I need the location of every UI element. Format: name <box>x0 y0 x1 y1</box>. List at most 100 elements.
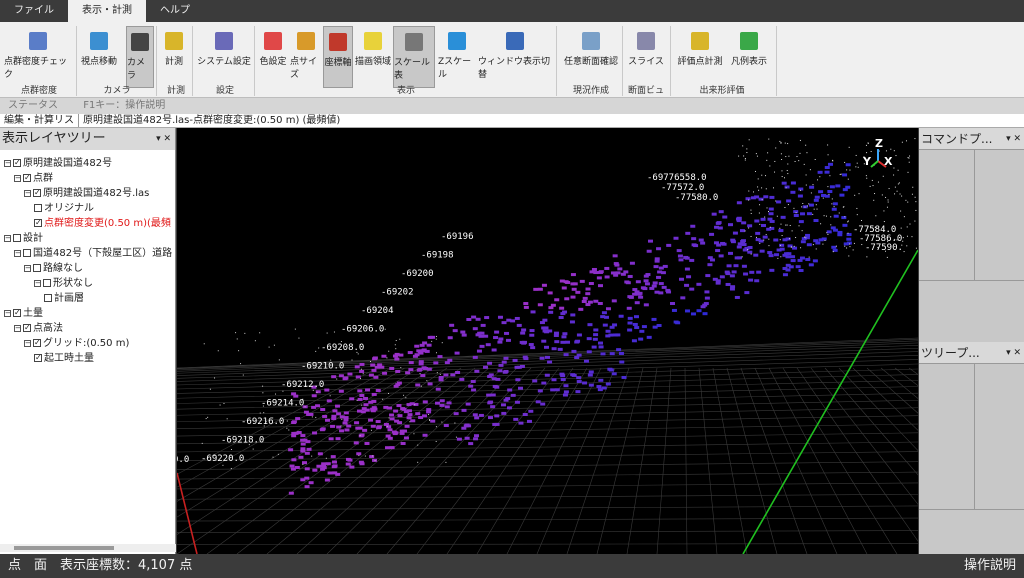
tree-node[interactable]: − 設計 <box>4 231 43 246</box>
menu-tab-help[interactable]: ヘルプ <box>146 0 204 22</box>
ribbon-button-14[interactable]: 評価点計測 <box>674 26 726 88</box>
point-cloud-cell <box>325 462 331 466</box>
raw-point <box>912 186 914 188</box>
ribbon-button-2[interactable]: カメラ <box>126 26 154 88</box>
collapse-toggle-icon[interactable]: − <box>4 159 11 167</box>
ribbon-button-15[interactable]: 凡例表示 <box>728 26 770 88</box>
tree-scrollbar[interactable] <box>0 544 176 552</box>
tree-panel-title-text: ツリープ... <box>921 346 980 360</box>
collapse-toggle-icon[interactable]: − <box>4 309 11 317</box>
raw-point <box>768 245 770 247</box>
collapse-toggle-icon[interactable]: − <box>4 234 11 242</box>
layer-checkbox[interactable]: ✓ <box>33 339 41 347</box>
raw-point <box>809 169 811 171</box>
collapse-toggle-icon[interactable]: − <box>24 339 31 347</box>
tree-node[interactable]: ✓ 点群密度変更(0.50 m)(最頻 <box>34 216 171 231</box>
operation-help-link[interactable]: 操作説明 <box>964 554 1016 578</box>
point-cloud-cell <box>654 257 660 261</box>
collapse-toggle-icon[interactable]: − <box>14 174 21 182</box>
ribbon-button-9[interactable]: スケール表 <box>393 26 435 88</box>
ribbon-button-1[interactable]: 視点移動 <box>78 26 120 88</box>
tree-node[interactable]: − ✓ 原明建設国道482号.las <box>24 186 149 201</box>
point-cloud-cell <box>616 348 622 352</box>
ribbon-button-0[interactable]: 点群密度チェック <box>4 26 72 88</box>
tree-node[interactable]: − ✓ 点群 <box>14 171 53 186</box>
panel-controls[interactable]: ▾ ✕ <box>156 128 171 150</box>
point-cloud-cell <box>336 425 342 429</box>
point-cloud-cell <box>501 321 507 325</box>
ribbon-button-3[interactable]: 計測 <box>160 26 188 88</box>
point-cloud-cell <box>450 373 456 377</box>
layer-checkbox[interactable]: ✓ <box>23 324 31 332</box>
point-cloud-cell <box>790 259 796 263</box>
point-cloud-cell <box>316 464 322 468</box>
point-cloud-cell <box>618 351 624 355</box>
ribbon-button-4[interactable]: システム設定 <box>196 26 252 88</box>
raw-point <box>839 173 841 175</box>
tree-node[interactable]: − ✓ グリッド:(0.50 m) <box>24 336 129 351</box>
point-cloud-cell <box>372 356 378 360</box>
ribbon-button-13[interactable]: スライス <box>628 26 664 88</box>
layer-checkbox[interactable]: ✓ <box>23 174 31 182</box>
ribbon-button-6[interactable]: 点サイズ <box>290 26 322 88</box>
point-cloud-cell <box>758 197 764 201</box>
raw-point <box>872 185 874 187</box>
tree-node[interactable]: ✓ 起工時土量 <box>34 351 94 366</box>
3d-viewport[interactable]: -69220.0 -69218.0 -69216.0 -69214.0 -69212.0… <box>177 128 918 554</box>
layer-checkbox[interactable] <box>34 204 42 212</box>
command-panel-controls[interactable]: ▾ ✕ <box>1006 128 1021 150</box>
layer-checkbox[interactable]: ✓ <box>33 189 41 197</box>
edit-calc-list-tab[interactable]: 編集・計算リス <box>0 114 79 127</box>
point-cloud-cell <box>484 316 490 320</box>
raw-point <box>372 455 374 457</box>
point-cloud-cell <box>643 279 649 283</box>
raw-point <box>852 249 854 251</box>
layer-checkbox[interactable]: ✓ <box>13 159 21 167</box>
layer-checkbox[interactable] <box>43 279 51 287</box>
layer-checkbox[interactable]: ✓ <box>13 309 21 317</box>
tree-node[interactable]: − ✓ 土量 <box>4 306 43 321</box>
collapse-toggle-icon[interactable]: − <box>14 324 21 332</box>
collapse-toggle-icon[interactable]: − <box>24 189 31 197</box>
ribbon-button-12[interactable]: 任意断面確認 <box>560 26 622 88</box>
tree-node[interactable]: − ✓ 原明建設国道482号 <box>4 156 112 171</box>
ribbon-button-7[interactable]: 座標軸 <box>323 26 353 88</box>
ribbon-button-8[interactable]: 描画領域 <box>355 26 391 88</box>
ribbon-button-5[interactable]: 色設定 <box>258 26 288 88</box>
point-cloud-view[interactable]: -69220.0 -69218.0 -69216.0 -69214.0 -69212.0… <box>177 128 918 554</box>
point-cloud-cell <box>560 378 566 382</box>
layer-checkbox[interactable] <box>44 294 52 302</box>
raw-point <box>755 236 757 238</box>
layer-checkbox[interactable] <box>23 249 31 257</box>
menu-tab-view-measure[interactable]: 表示・計測 <box>68 0 146 22</box>
tree-node[interactable]: − ✓ 点高法 <box>14 321 63 336</box>
layer-checkbox[interactable]: ✓ <box>34 219 42 227</box>
collapse-toggle-icon[interactable]: − <box>14 249 21 257</box>
raw-point <box>436 372 438 374</box>
point-cloud-cell <box>736 245 742 249</box>
coordinate-label: -69220.0 <box>201 454 244 464</box>
point-cloud-cell <box>466 317 472 321</box>
layer-checkbox[interactable]: ✓ <box>34 354 42 362</box>
tree-scroll-thumb[interactable] <box>14 546 114 550</box>
ribbon-button-11[interactable]: ウィンドウ表示切替 <box>478 26 552 88</box>
ribbon-button-10[interactable]: Zスケール <box>438 26 476 88</box>
point-cloud-cell <box>452 329 458 333</box>
tree-panel-controls[interactable]: ▾ ✕ <box>1006 342 1021 364</box>
raw-point <box>222 464 224 466</box>
point-cloud-cell <box>405 371 411 375</box>
point-cloud-cell <box>542 318 548 322</box>
point-cloud-cell <box>478 334 484 338</box>
point-cloud-cell <box>747 250 753 254</box>
collapse-toggle-icon[interactable]: − <box>34 279 41 287</box>
layer-checkbox[interactable] <box>13 234 21 242</box>
layer-checkbox[interactable] <box>33 264 41 272</box>
tree-node[interactable]: オリジナル <box>34 201 94 216</box>
tree-node[interactable]: − 形状なし <box>34 276 93 291</box>
tree-node[interactable]: − 国道482号（下殻屋工区）道路 <box>14 246 172 261</box>
tree-node[interactable]: 計画層 <box>44 291 84 306</box>
raw-point <box>915 247 917 249</box>
collapse-toggle-icon[interactable]: − <box>24 264 31 272</box>
tree-node[interactable]: − 路線なし <box>24 261 83 276</box>
menu-tab-file[interactable]: ファイル <box>0 0 68 22</box>
